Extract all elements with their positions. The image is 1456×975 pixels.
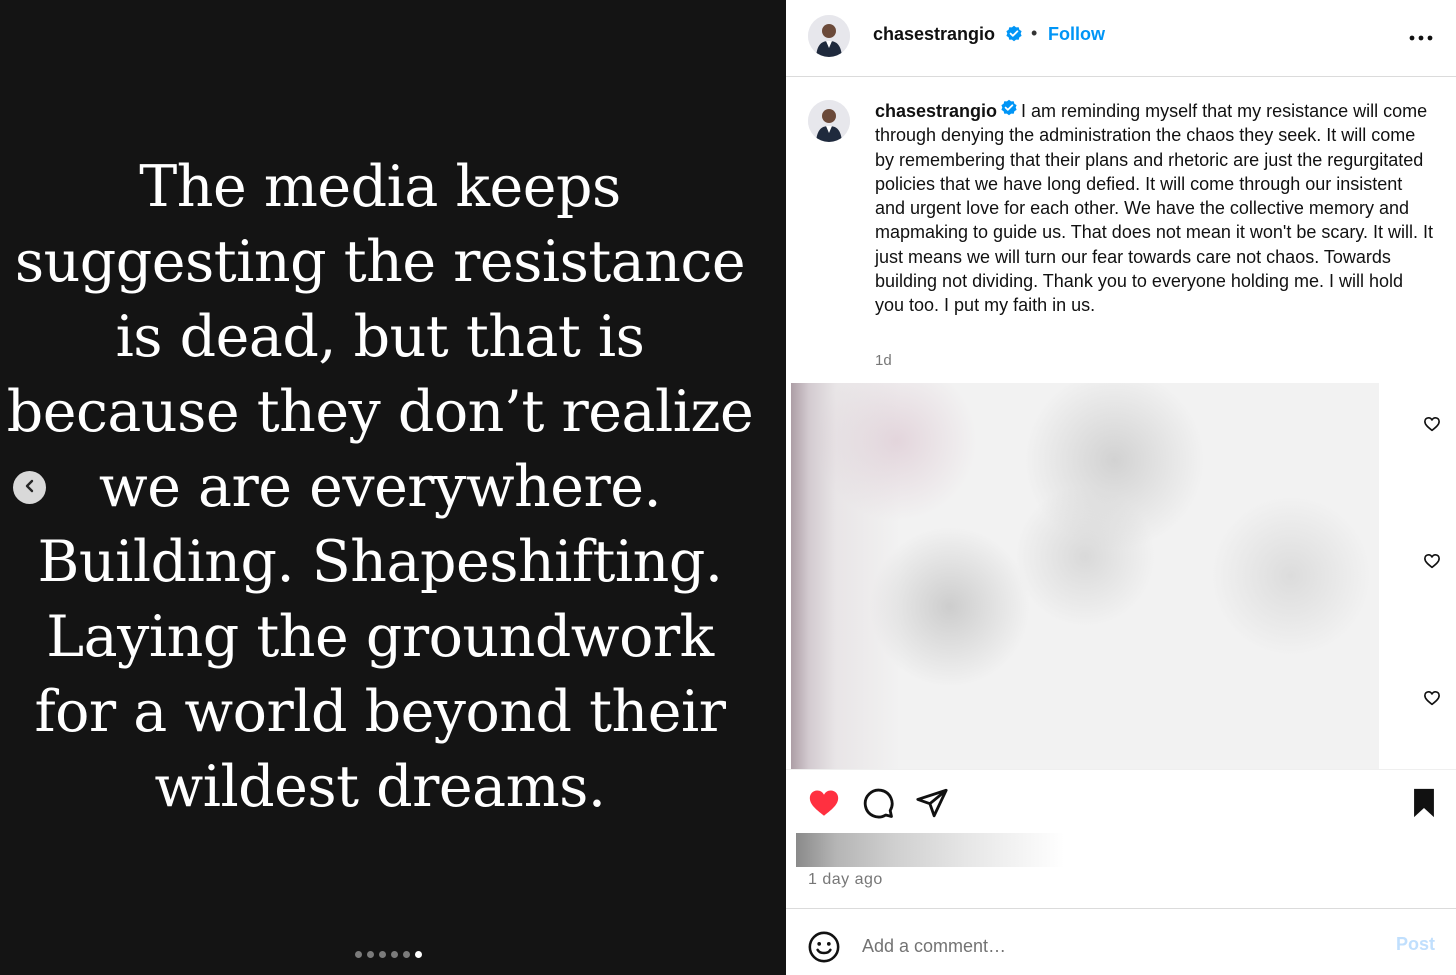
header-username[interactable]: chasestrangio [873, 24, 995, 45]
emoji-icon [807, 931, 841, 967]
verified-badge-icon [1005, 25, 1023, 48]
quote-line: Laying the groundwork [46, 604, 714, 670]
emoji-button[interactable] [807, 930, 841, 964]
carousel-dot [391, 951, 398, 958]
follow-button[interactable]: Follow [1048, 24, 1105, 45]
comments-redacted [791, 383, 1379, 769]
comment-like-button[interactable] [1423, 415, 1441, 433]
comment-input[interactable] [862, 931, 1382, 961]
carousel-dot [367, 951, 374, 958]
heart-outline-icon [1423, 416, 1441, 436]
save-button[interactable] [1406, 786, 1442, 820]
likes-count-redacted [796, 833, 1064, 867]
caption-username[interactable]: chasestrangio [875, 101, 997, 121]
carousel-indicator [355, 951, 422, 958]
more-options-icon [1409, 29, 1433, 44]
carousel-dot-active [415, 951, 422, 958]
post-media: The media keeps suggesting the resistanc… [0, 0, 786, 975]
quote-line: we are everywhere. [98, 454, 662, 520]
quote-line: because they don’t realize [6, 379, 754, 445]
post-sidebar: chasestrangio • Follow chasestrangio I am… [786, 0, 1456, 975]
post-comment-button[interactable]: Post [1396, 934, 1435, 955]
post-timestamp: 1 day ago [808, 871, 883, 888]
carousel-dot [403, 951, 410, 958]
heart-outline-icon [1423, 553, 1441, 573]
verified-badge-icon [1000, 99, 1018, 123]
header-separator: • [1031, 23, 1038, 43]
caption-timestamp: 1d [875, 352, 892, 369]
bookmark-filled-icon [1409, 788, 1439, 823]
post-actions-bar [786, 769, 1456, 831]
media-quote-text: The media keeps suggesting the resistanc… [0, 150, 760, 825]
quote-line: wildest dreams. [154, 754, 606, 820]
quote-line: is dead, but that is [115, 304, 645, 370]
carousel-dot [379, 951, 386, 958]
caption-avatar[interactable] [808, 100, 850, 142]
add-comment-bar: Post [786, 908, 1456, 975]
avatar[interactable] [808, 15, 850, 57]
comment-like-button[interactable] [1423, 552, 1441, 570]
share-button[interactable] [914, 786, 950, 820]
chevron-left-icon [23, 479, 37, 496]
quote-line: Building. Shapeshifting. [37, 529, 723, 595]
comment-icon [861, 788, 895, 823]
quote-line: suggesting the resistance [14, 229, 746, 295]
comment-like-button[interactable] [1423, 689, 1441, 707]
like-button[interactable] [806, 786, 842, 820]
post-caption: chasestrangio I am reminding myself that … [875, 99, 1435, 318]
carousel-dot [355, 951, 362, 958]
comment-button[interactable] [860, 786, 896, 820]
more-options-button[interactable] [1408, 25, 1434, 47]
share-icon [915, 788, 949, 823]
post-header: chasestrangio • Follow [786, 0, 1456, 77]
heart-outline-icon [1423, 690, 1441, 710]
quote-line: for a world beyond their [34, 679, 726, 745]
quote-line: The media keeps [139, 154, 621, 220]
caption-text: I am reminding myself that my resistance… [875, 101, 1434, 316]
heart-filled-icon [806, 790, 842, 823]
carousel-prev-button[interactable] [13, 471, 46, 504]
